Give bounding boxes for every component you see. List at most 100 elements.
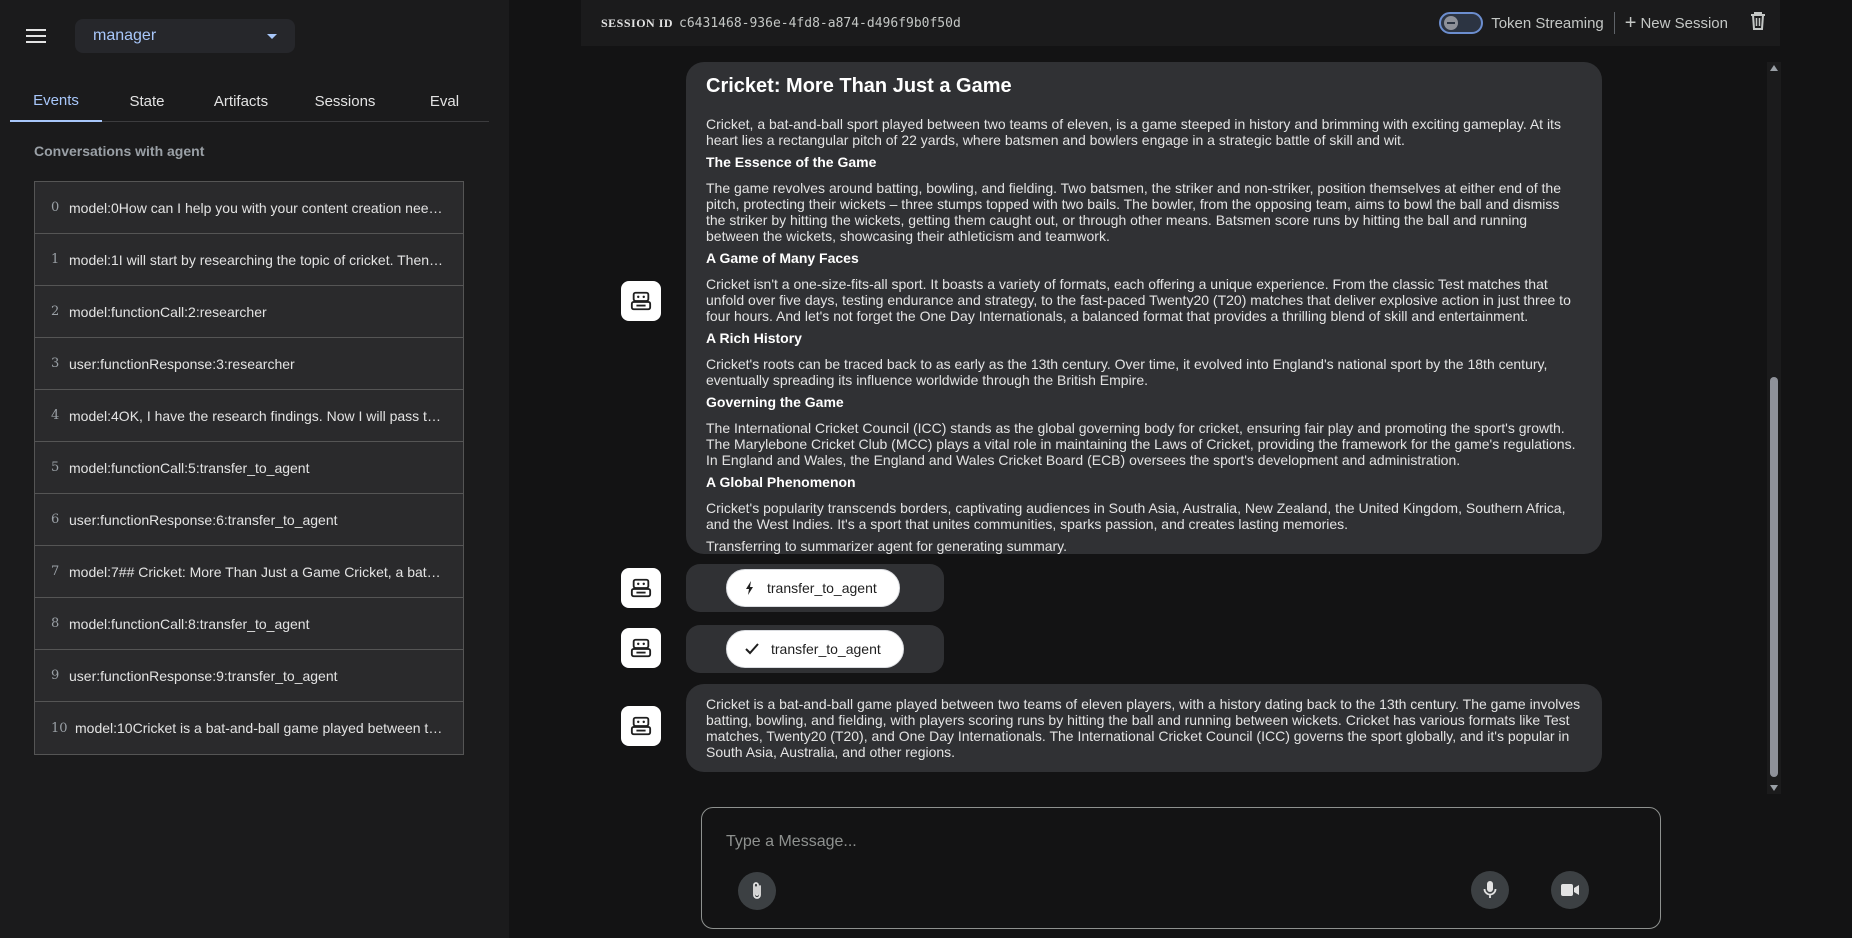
event-text: model:functionCall:8:transfer_to_agent bbox=[69, 615, 310, 632]
function-response-chip[interactable]: transfer_to_agent bbox=[726, 630, 904, 668]
tab-artifacts[interactable]: Artifacts bbox=[192, 80, 290, 122]
agent-message-summary: Cricket is a bat-and-ball game played be… bbox=[686, 684, 1602, 772]
event-text: model:0How can I help you with your cont… bbox=[69, 199, 463, 216]
event-text: model:functionCall:2:researcher bbox=[69, 303, 267, 320]
event-text: model:7## Cricket: More Than Just a Game… bbox=[69, 563, 463, 580]
agent-message-article: Cricket: More Than Just a Game Cricket, … bbox=[686, 62, 1602, 554]
chat-scrollbar[interactable] bbox=[1767, 62, 1781, 794]
agent-select[interactable]: manager bbox=[75, 19, 295, 53]
bot-avatar bbox=[621, 706, 661, 746]
toggle-knob bbox=[1444, 16, 1459, 30]
event-text: user:functionResponse:9:transfer_to_agen… bbox=[69, 667, 338, 684]
event-index: 2 bbox=[51, 304, 60, 319]
video-camera-icon bbox=[1561, 884, 1579, 896]
divider bbox=[1613, 12, 1615, 34]
section-body: Cricket's roots can be traced back to as… bbox=[706, 356, 1548, 388]
plus-icon: + bbox=[1624, 12, 1637, 34]
article-title: Cricket: More Than Just a Game bbox=[706, 75, 1012, 97]
event-item[interactable]: 0 model:0How can I help you with your con… bbox=[35, 182, 463, 234]
conversations-title: Conversations with agent bbox=[34, 143, 205, 159]
message-input[interactable] bbox=[726, 830, 1626, 854]
microphone-icon bbox=[1483, 881, 1497, 898]
section-heading: A Rich History bbox=[706, 330, 802, 346]
message-composer bbox=[701, 807, 1661, 929]
event-index: 5 bbox=[51, 460, 60, 475]
event-text: user:functionResponse:6:transfer_to_agen… bbox=[69, 511, 338, 528]
session-id-label: SESSION ID bbox=[601, 15, 674, 30]
tab-events[interactable]: Events bbox=[10, 80, 102, 122]
dropdown-caret-icon bbox=[267, 33, 277, 39]
scroll-thumb[interactable] bbox=[1770, 377, 1778, 777]
check-icon bbox=[745, 643, 759, 655]
microphone-button[interactable] bbox=[1471, 871, 1509, 909]
bolt-icon bbox=[745, 581, 755, 595]
event-item[interactable]: 2 model:functionCall:2:researcher bbox=[35, 286, 463, 338]
event-index: 0 bbox=[51, 200, 60, 215]
chat-panel: SESSION ID c6431468-936e-4fd8-a874-d496f… bbox=[509, 0, 1852, 938]
robot-icon bbox=[630, 716, 652, 736]
event-index: 3 bbox=[51, 356, 60, 371]
event-item[interactable]: 10 model:10Cricket is a bat-and-ball game… bbox=[35, 702, 463, 754]
new-session-button[interactable]: + New Session bbox=[1625, 13, 1728, 33]
section-body: Cricket isn't a one-size-fits-all sport.… bbox=[706, 276, 1571, 324]
menu-icon[interactable] bbox=[22, 24, 50, 48]
trash-icon[interactable] bbox=[1750, 11, 1766, 36]
event-text: model:10Cricket is a bat-and-ball game p… bbox=[75, 720, 463, 736]
article-footer: Transferring to summarizer agent for gen… bbox=[706, 538, 1068, 554]
function-call-label: transfer_to_agent bbox=[767, 580, 877, 596]
sidebar-tabs: Events State Artifacts Sessions Eval bbox=[10, 80, 489, 122]
event-text: model:4OK, I have the research findings.… bbox=[69, 407, 463, 424]
robot-icon bbox=[630, 638, 652, 658]
event-index: 10 bbox=[51, 720, 68, 736]
event-item[interactable]: 6 user:functionResponse:6:transfer_to_age… bbox=[35, 494, 463, 546]
event-item[interactable]: 4 model:4OK, I have the research findings… bbox=[35, 390, 463, 442]
section-heading: Governing the Game bbox=[706, 394, 844, 410]
section-body: Cricket's popularity transcends borders,… bbox=[706, 500, 1566, 532]
function-call-bubble: transfer_to_agent bbox=[686, 564, 944, 612]
paperclip-icon bbox=[753, 882, 761, 899]
event-index: 8 bbox=[51, 616, 60, 631]
event-item[interactable]: 7 model:7## Cricket: More Than Just a Gam… bbox=[35, 546, 463, 598]
bot-avatar bbox=[621, 628, 661, 668]
sidebar: manager Events State Artifacts Sessions … bbox=[0, 0, 509, 938]
section-heading: The Essence of the Game bbox=[706, 154, 877, 170]
tab-eval[interactable]: Eval bbox=[400, 80, 489, 122]
event-index: 1 bbox=[51, 252, 60, 267]
article-intro: Cricket, a bat-and-ball sport played bet… bbox=[706, 116, 1561, 148]
event-index: 6 bbox=[51, 512, 60, 527]
event-item[interactable]: 5 model:functionCall:5:transfer_to_agent bbox=[35, 442, 463, 494]
section-heading: A Game of Many Faces bbox=[706, 250, 859, 266]
video-button[interactable] bbox=[1551, 871, 1589, 909]
attach-button[interactable] bbox=[738, 872, 776, 910]
event-text: user:functionResponse:3:researcher bbox=[69, 355, 295, 372]
event-item[interactable]: 3 user:functionResponse:3:researcher bbox=[35, 338, 463, 390]
event-item[interactable]: 8 model:functionCall:8:transfer_to_agent bbox=[35, 598, 463, 650]
token-streaming-toggle[interactable] bbox=[1439, 12, 1484, 34]
function-response-label: transfer_to_agent bbox=[771, 641, 881, 657]
event-text: model:functionCall:5:transfer_to_agent bbox=[69, 459, 310, 476]
robot-icon bbox=[630, 578, 652, 598]
scroll-up-arrow-icon[interactable] bbox=[1770, 65, 1778, 71]
event-index: 7 bbox=[51, 564, 60, 579]
robot-icon bbox=[630, 291, 652, 311]
event-list: 0 model:0How can I help you with your con… bbox=[34, 181, 464, 755]
event-index: 4 bbox=[51, 408, 60, 423]
new-session-label: New Session bbox=[1640, 14, 1728, 32]
token-streaming-label: Token Streaming bbox=[1491, 14, 1604, 32]
bot-avatar bbox=[621, 281, 661, 321]
event-text: model:1I will start by researching the t… bbox=[69, 251, 463, 268]
session-toolbar: SESSION ID c6431468-936e-4fd8-a874-d496f… bbox=[581, 0, 1780, 46]
function-response-bubble: transfer_to_agent bbox=[686, 625, 944, 673]
section-body: The International Cricket Council (ICC) … bbox=[706, 420, 1576, 468]
event-index: 9 bbox=[51, 668, 60, 683]
session-id-value: c6431468-936e-4fd8-a874-d496f9b0f50d bbox=[679, 15, 961, 31]
function-call-chip[interactable]: transfer_to_agent bbox=[726, 569, 900, 607]
tab-state[interactable]: State bbox=[102, 80, 192, 122]
section-heading: A Global Phenomenon bbox=[706, 474, 856, 490]
tab-sessions[interactable]: Sessions bbox=[290, 80, 400, 122]
event-item[interactable]: 1 model:1I will start by researching the … bbox=[35, 234, 463, 286]
event-item[interactable]: 9 user:functionResponse:9:transfer_to_age… bbox=[35, 650, 463, 702]
scroll-down-arrow-icon[interactable] bbox=[1770, 785, 1778, 791]
bot-avatar bbox=[621, 568, 661, 608]
section-body: The game revolves around batting, bowlin… bbox=[706, 180, 1562, 244]
